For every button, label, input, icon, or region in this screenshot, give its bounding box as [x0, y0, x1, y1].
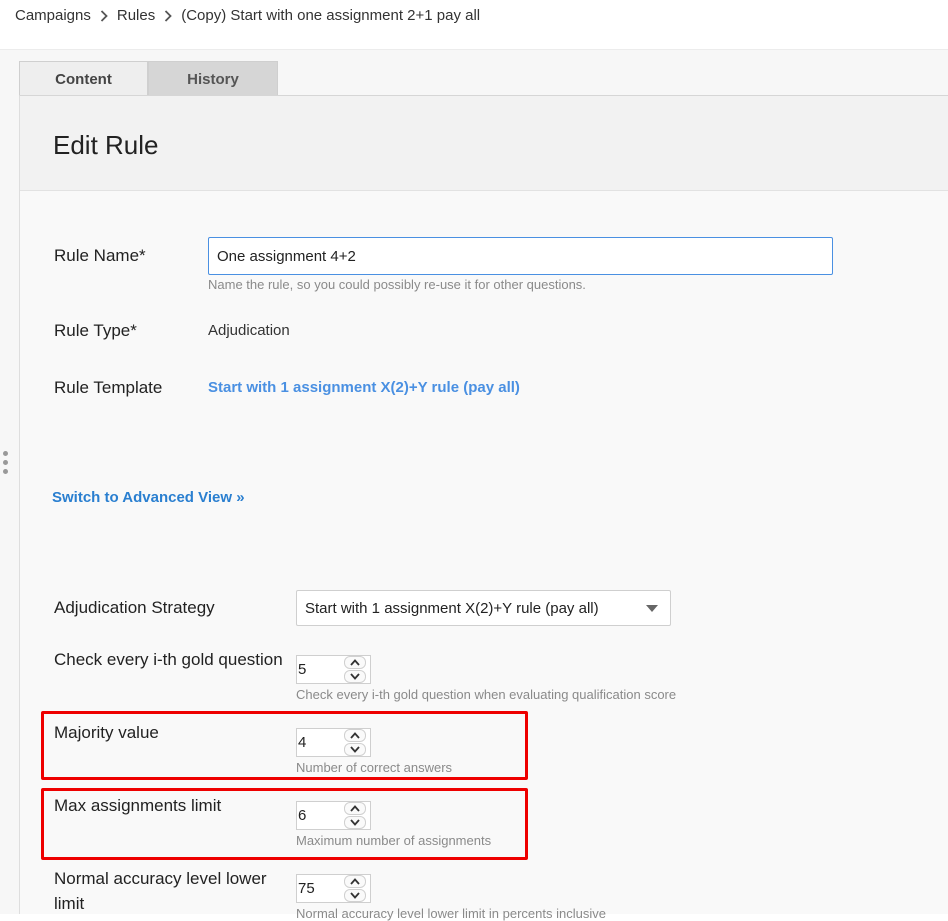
gold-check-hint: Check every i-th gold question when eval… — [296, 687, 677, 702]
tab-bar: Content History — [19, 61, 278, 96]
chevron-right-icon — [164, 9, 173, 22]
breadcrumb-campaigns[interactable]: Campaigns — [15, 7, 91, 24]
majority-label: Majority value — [54, 723, 159, 742]
max-assignments-stepper[interactable]: 6 — [296, 801, 371, 830]
rule-type-value: Adjudication — [208, 322, 290, 339]
rule-name-label: Rule Name* — [54, 246, 146, 265]
adjudication-strategy-select[interactable]: Start with 1 assignment X(2)+Y rule (pay… — [296, 590, 671, 626]
rule-template-link[interactable]: Start with 1 assignment X(2)+Y rule (pay… — [208, 379, 520, 396]
stepper-arrows — [344, 729, 368, 756]
max-assignments-value[interactable]: 6 — [297, 807, 344, 824]
breadcrumb-current: (Copy) Start with one assignment 2+1 pay… — [181, 7, 481, 24]
top-bar: Campaigns Rules (Copy) Start with one as… — [0, 0, 948, 50]
max-assignments-label: Max assignments limit — [54, 796, 222, 815]
tab-content[interactable]: Content — [19, 61, 148, 96]
majority-value[interactable]: 4 — [297, 734, 344, 751]
gold-check-label: Check every i-th gold question — [54, 650, 283, 669]
chevron-right-icon — [100, 9, 108, 22]
adjudication-strategy-value: Start with 1 assignment X(2)+Y rule (pay… — [305, 599, 599, 617]
arrow-down-icon[interactable] — [344, 889, 366, 902]
arrow-up-icon[interactable] — [344, 656, 366, 669]
majority-hint: Number of correct answers — [296, 760, 453, 775]
gold-check-value[interactable]: 5 — [297, 661, 344, 678]
arrow-down-icon[interactable] — [344, 816, 366, 829]
stepper-arrows — [344, 656, 368, 683]
arrow-down-icon[interactable] — [344, 670, 366, 683]
arrow-up-icon[interactable] — [344, 802, 366, 815]
accuracy-lower-stepper[interactable]: 75 — [296, 874, 371, 903]
rule-template-label: Rule Template — [54, 378, 163, 397]
rule-type-label: Rule Type* — [54, 321, 137, 340]
gold-check-stepper[interactable]: 5 — [296, 655, 371, 684]
breadcrumb: Campaigns Rules (Copy) Start with one as… — [15, 7, 480, 24]
stepper-arrows — [344, 875, 368, 902]
panel-header: Edit Rule — [20, 96, 948, 191]
max-assignments-hint: Maximum number of assignments — [296, 833, 492, 848]
accuracy-lower-value[interactable]: 75 — [297, 880, 344, 897]
drag-handle-icon[interactable] — [3, 451, 9, 475]
breadcrumb-rules[interactable]: Rules — [117, 7, 155, 24]
page-title: Edit Rule — [53, 130, 159, 160]
stepper-arrows — [344, 802, 368, 829]
accuracy-lower-label-line1: Normal accuracy level lower — [54, 869, 267, 888]
majority-stepper[interactable]: 4 — [296, 728, 371, 757]
arrow-up-icon[interactable] — [344, 729, 366, 742]
caret-down-icon — [646, 605, 658, 612]
rule-name-hint: Name the rule, so you could possibly re-… — [208, 277, 586, 292]
accuracy-lower-label-line2: limit — [54, 894, 85, 913]
tab-history[interactable]: History — [148, 61, 278, 96]
adjudication-strategy-label: Adjudication Strategy — [54, 598, 215, 617]
arrow-up-icon[interactable] — [344, 875, 366, 888]
switch-advanced-view-link[interactable]: Switch to Advanced View » — [52, 489, 245, 506]
arrow-down-icon[interactable] — [344, 743, 366, 756]
rule-name-input[interactable] — [208, 237, 833, 275]
